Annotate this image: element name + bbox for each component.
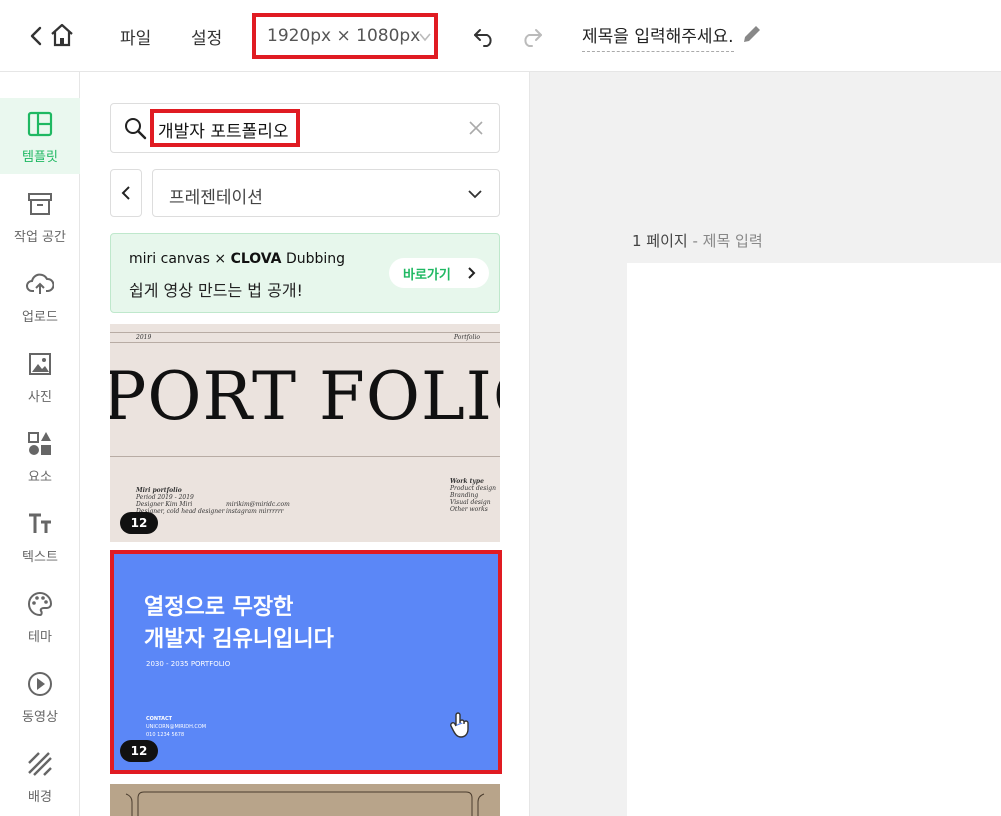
template-info: Branding — [450, 492, 479, 499]
search-input[interactable]: 개발자 포트폴리오 — [150, 109, 300, 147]
brand-miri: miri canvas — [129, 251, 210, 267]
promo-cta-button[interactable]: 바로가기 — [389, 258, 489, 288]
chevron-left-icon[interactable] — [28, 26, 44, 46]
canvas-size-dropdown[interactable]: 1920px × 1080px — [252, 13, 438, 59]
text-icon — [29, 513, 51, 533]
template-info: Other works — [450, 506, 488, 513]
chevron-left-icon — [121, 186, 130, 200]
file-menu[interactable]: 파일 — [120, 24, 151, 49]
template-year: 2019 — [136, 334, 152, 341]
template-contact: 010 1234 5678 — [146, 732, 185, 738]
page-count-badge: 12 — [120, 740, 158, 762]
home-icon[interactable] — [49, 22, 75, 48]
sidebar-item-label: 템플릿 — [22, 150, 58, 165]
undo-icon[interactable] — [472, 24, 496, 48]
page-canvas[interactable] — [627, 263, 1001, 816]
template-info: Work type — [450, 478, 484, 485]
settings-menu[interactable]: 설정 — [191, 24, 222, 49]
sidebar-item-label: 요소 — [28, 470, 52, 485]
template-card-portfolio-beige[interactable]: 2019 Portfolio PORT FOLIO Miri portfolio… — [110, 324, 500, 542]
template-card-developer-blue[interactable]: 열정으로 무장한 개발자 김유니입니다 2030 - 2035 PORTFOLI… — [110, 550, 502, 774]
sidebar-item-elements[interactable]: 요소 — [0, 418, 80, 494]
brand-clova: CLOVA — [230, 251, 282, 267]
template-headline: 열정으로 무장한 개발자 김유니입니다 — [144, 592, 334, 656]
page-title-input[interactable]: - 제목 입력 — [693, 232, 763, 250]
promo-banner[interactable]: miri canvas × CLOVA Dubbing 쉽게 영상 만드는 법 … — [110, 233, 500, 313]
template-subline: 2030 - 2035 PORTFOLIO — [146, 660, 231, 668]
promo-brand: miri canvas × CLOVA Dubbing — [129, 251, 345, 267]
left-sidebar: 템플릿 작업 공간 업로드 사진 요소 텍스트 테마 동영상 배경 — [0, 72, 80, 816]
sidebar-item-label: 텍스트 — [22, 550, 58, 565]
template-info: Designer Kim Miri — [136, 501, 193, 508]
top-toolbar: 파일 설정 1920px × 1080px 제목을 입력해주세요. — [0, 0, 1001, 72]
template-panel: 개발자 포트폴리오 프레젠테이션 miri canvas × CLOVA Dub… — [80, 72, 530, 816]
category-back-button[interactable] — [110, 169, 142, 217]
frame-ornament — [125, 791, 485, 816]
sidebar-item-label: 업로드 — [22, 310, 58, 325]
sidebar-item-workspace[interactable]: 작업 공간 — [0, 178, 80, 254]
page-label[interactable]: 1 페이지 - 제목 입력 — [632, 230, 763, 251]
template-info: Product design — [450, 485, 496, 492]
sidebar-item-photos[interactable]: 사진 — [0, 338, 80, 414]
chevron-down-icon — [468, 190, 482, 199]
shapes-icon — [28, 432, 51, 455]
brand-dubbing: Dubbing — [285, 251, 346, 267]
sidebar-item-label: 테마 — [28, 630, 52, 645]
palette-icon — [28, 591, 53, 617]
sidebar-item-upload[interactable]: 업로드 — [0, 258, 80, 334]
close-icon[interactable] — [468, 120, 484, 136]
pencil-icon[interactable] — [741, 23, 763, 45]
sidebar-item-theme[interactable]: 테마 — [0, 578, 80, 654]
hand-pointer-icon — [450, 712, 469, 738]
brand-times: × — [214, 251, 227, 267]
category-value: 프레젠테이션 — [169, 188, 263, 208]
sidebar-item-video[interactable]: 동영상 — [0, 658, 80, 734]
template-corner-label: Portfolio — [454, 334, 480, 341]
document-title-input[interactable]: 제목을 입력해주세요. — [582, 22, 734, 52]
search-icon — [125, 118, 147, 140]
divider — [110, 342, 500, 343]
sidebar-item-templates[interactable]: 템플릿 — [0, 98, 80, 174]
canvas-size-value: 1920px × 1080px — [267, 26, 421, 46]
template-headline-line-1: 열정으로 무장한 — [144, 595, 294, 620]
template-info: Visual design — [450, 499, 491, 506]
template-headline-line-2: 개발자 김유니입니다 — [144, 627, 334, 652]
chevron-right-icon — [468, 267, 476, 279]
page-count-badge: 12 — [120, 512, 158, 534]
sidebar-item-label: 동영상 — [22, 710, 58, 725]
sidebar-item-text[interactable]: 텍스트 — [0, 498, 80, 574]
archive-icon — [28, 193, 52, 215]
page-number: 1 페이지 — [632, 232, 688, 250]
template-card-kraft[interactable] — [110, 784, 500, 816]
divider — [110, 332, 500, 333]
cloud-upload-icon — [26, 273, 54, 294]
promo-message: 쉽게 영상 만드는 법 공개! — [129, 281, 303, 300]
template-info: Period 2019 - 2019 — [136, 494, 194, 501]
template-contact: UNICORN@MIRIDH.COM — [146, 724, 207, 730]
redo-icon[interactable] — [520, 24, 544, 48]
play-circle-icon — [28, 672, 52, 696]
template-contact: CONTACT — [146, 716, 173, 722]
sidebar-item-label: 사진 — [28, 390, 52, 405]
template-info: mirikim@miridc.com — [226, 501, 290, 508]
sidebar-item-label: 작업 공간 — [14, 230, 66, 245]
editor-canvas-area: 1 페이지 - 제목 입력 — [530, 72, 1001, 816]
template-title: PORT FOLIO — [110, 358, 500, 435]
category-dropdown[interactable]: 프레젠테이션 — [152, 169, 500, 217]
sidebar-item-background[interactable]: 배경 — [0, 738, 80, 814]
promo-cta-label: 바로가기 — [403, 268, 451, 283]
image-icon — [29, 353, 51, 375]
template-search-bar[interactable]: 개발자 포트폴리오 — [110, 103, 500, 153]
chevron-down-icon — [419, 33, 431, 42]
template-info: instagram mirrrrrr — [226, 508, 284, 515]
stripes-icon — [28, 752, 52, 776]
layout-icon — [27, 111, 53, 137]
sidebar-item-label: 배경 — [28, 790, 52, 805]
divider — [110, 456, 500, 457]
template-info: Miri portfolio — [136, 487, 182, 494]
